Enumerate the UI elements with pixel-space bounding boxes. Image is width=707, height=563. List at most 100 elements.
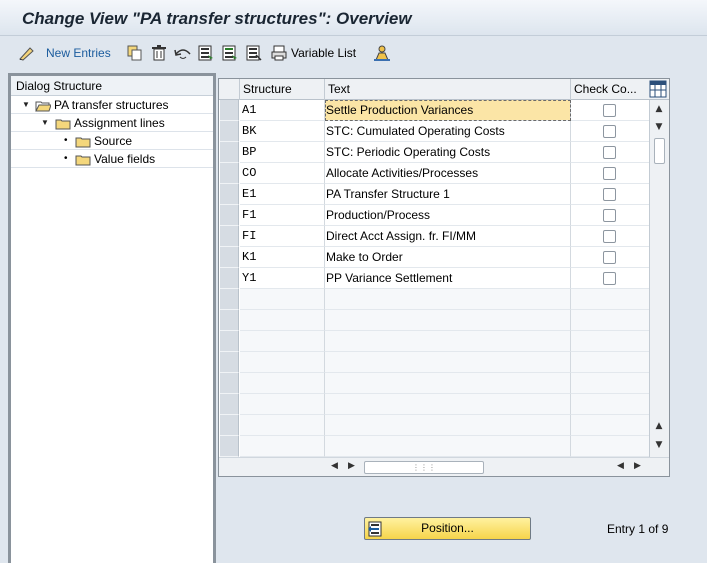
row-selector[interactable]: [220, 226, 239, 247]
empty-table-row[interactable]: [219, 289, 649, 310]
row-selector[interactable]: [220, 415, 239, 436]
change-display-button[interactable]: [18, 37, 36, 69]
select-all-button[interactable]: [198, 37, 214, 69]
scroll-left-arrow-icon[interactable]: ◀: [617, 461, 624, 471]
text-cell[interactable]: PP Variance Settlement: [325, 268, 571, 289]
text-cell[interactable]: Production/Process: [325, 205, 571, 226]
row-selector[interactable]: [220, 331, 239, 352]
scroll-right-arrow-icon[interactable]: ▶: [348, 461, 355, 471]
check-costs-checkbox[interactable]: [603, 272, 616, 285]
empty-table-row[interactable]: [219, 436, 649, 457]
text-cell[interactable]: [325, 310, 571, 331]
table-row[interactable]: CO Allocate Activities/Processes: [219, 163, 649, 184]
text-cell[interactable]: Allocate Activities/Processes: [325, 163, 571, 184]
check-costs-checkbox[interactable]: [603, 146, 616, 159]
scroll-up-arrow-icon[interactable]: ▲: [653, 104, 665, 116]
structure-cell[interactable]: [240, 373, 325, 394]
text-cell[interactable]: [325, 373, 571, 394]
position-button[interactable]: Position...: [364, 517, 531, 540]
text-cell[interactable]: [325, 289, 571, 310]
column-header-text[interactable]: Text: [325, 79, 571, 100]
empty-table-row[interactable]: [219, 415, 649, 436]
help-button[interactable]: [373, 37, 391, 69]
row-selector[interactable]: [220, 373, 239, 394]
structure-cell[interactable]: [240, 289, 325, 310]
structure-cell[interactable]: [240, 394, 325, 415]
check-costs-checkbox[interactable]: [603, 188, 616, 201]
horizontal-scroll-thumb[interactable]: ⋮⋮⋮: [364, 461, 484, 474]
tree-node-assignment-lines[interactable]: ▼ Assignment lines: [11, 114, 213, 132]
table-row[interactable]: A1 Settle Production Variances: [219, 100, 649, 121]
empty-table-row[interactable]: [219, 331, 649, 352]
row-selector[interactable]: [220, 268, 239, 289]
tree-node-value-fields[interactable]: • Value fields: [11, 150, 213, 168]
row-selector[interactable]: [220, 163, 239, 184]
text-cell[interactable]: Settle Production Variances: [325, 100, 571, 121]
select-block-button[interactable]: [222, 37, 238, 69]
text-cell[interactable]: STC: Cumulated Operating Costs: [325, 121, 571, 142]
row-selector[interactable]: [220, 394, 239, 415]
text-cell[interactable]: [325, 352, 571, 373]
row-selector[interactable]: [220, 184, 239, 205]
scroll-down-arrow-icon[interactable]: ▼: [653, 122, 665, 134]
check-costs-checkbox[interactable]: [603, 125, 616, 138]
structure-cell[interactable]: [240, 436, 325, 457]
row-selector[interactable]: [220, 205, 239, 226]
structure-cell[interactable]: [240, 331, 325, 352]
delete-button[interactable]: [151, 37, 167, 69]
table-settings-button[interactable]: [649, 80, 667, 98]
table-row[interactable]: E1 PA Transfer Structure 1: [219, 184, 649, 205]
check-costs-checkbox[interactable]: [603, 230, 616, 243]
scroll-right-arrow-icon[interactable]: ▶: [634, 461, 641, 471]
scroll-down-arrow-icon[interactable]: ▼: [653, 440, 665, 452]
row-selector[interactable]: [220, 436, 239, 457]
text-cell[interactable]: [325, 436, 571, 457]
table-row[interactable]: F1 Production/Process: [219, 205, 649, 226]
check-costs-checkbox[interactable]: [603, 104, 616, 117]
undo-change-button[interactable]: [174, 37, 192, 69]
row-selector[interactable]: [220, 310, 239, 331]
table-row[interactable]: BK STC: Cumulated Operating Costs: [219, 121, 649, 142]
expand-arrow-icon[interactable]: ▼: [22, 96, 30, 114]
check-costs-checkbox[interactable]: [603, 251, 616, 264]
empty-table-row[interactable]: [219, 394, 649, 415]
structure-cell[interactable]: [240, 415, 325, 436]
empty-table-row[interactable]: [219, 310, 649, 331]
tree-node-pa-transfer-structures[interactable]: ▼ PA transfer structures: [11, 96, 213, 114]
vertical-scroll-thumb[interactable]: [654, 138, 665, 164]
expand-arrow-icon[interactable]: ▼: [41, 114, 49, 132]
check-costs-checkbox[interactable]: [603, 209, 616, 222]
row-selector[interactable]: [220, 121, 239, 142]
text-cell[interactable]: PA Transfer Structure 1: [325, 184, 571, 205]
table-row[interactable]: Y1 PP Variance Settlement: [219, 268, 649, 289]
row-selector[interactable]: [220, 247, 239, 268]
row-selector[interactable]: [220, 352, 239, 373]
scroll-up-arrow-icon[interactable]: ▲: [653, 421, 665, 433]
horizontal-scrollbar[interactable]: ◀ ▶ ⋮⋮⋮ ◀ ▶: [219, 457, 669, 476]
scroll-left-arrow-icon[interactable]: ◀: [331, 461, 338, 471]
text-cell[interactable]: STC: Periodic Operating Costs: [325, 142, 571, 163]
variable-list-button[interactable]: Variable List: [271, 37, 356, 69]
table-row[interactable]: BP STC: Periodic Operating Costs: [219, 142, 649, 163]
text-cell[interactable]: [325, 415, 571, 436]
row-selector[interactable]: [220, 142, 239, 163]
check-costs-checkbox[interactable]: [603, 167, 616, 180]
text-cell[interactable]: [325, 331, 571, 352]
table-row[interactable]: K1 Make to Order: [219, 247, 649, 268]
tree-node-source[interactable]: • Source: [11, 132, 213, 150]
column-header-check-costs[interactable]: Check Co...: [571, 79, 649, 100]
empty-table-row[interactable]: [219, 352, 649, 373]
row-selector[interactable]: [220, 100, 239, 121]
empty-table-row[interactable]: [219, 373, 649, 394]
row-selector[interactable]: [220, 289, 239, 310]
select-all-rows-corner[interactable]: [219, 79, 240, 100]
text-cell[interactable]: Direct Acct Assign. fr. FI/MM: [325, 226, 571, 247]
table-row[interactable]: FI Direct Acct Assign. fr. FI/MM: [219, 226, 649, 247]
new-entries-button[interactable]: New Entries: [46, 37, 111, 69]
deselect-all-button[interactable]: [246, 37, 262, 69]
structure-cell[interactable]: [240, 352, 325, 373]
vertical-scrollbar[interactable]: ▲ ▼ ▲ ▼: [649, 100, 669, 457]
text-cell[interactable]: [325, 394, 571, 415]
column-header-structure[interactable]: Structure: [240, 79, 325, 100]
text-cell[interactable]: Make to Order: [325, 247, 571, 268]
